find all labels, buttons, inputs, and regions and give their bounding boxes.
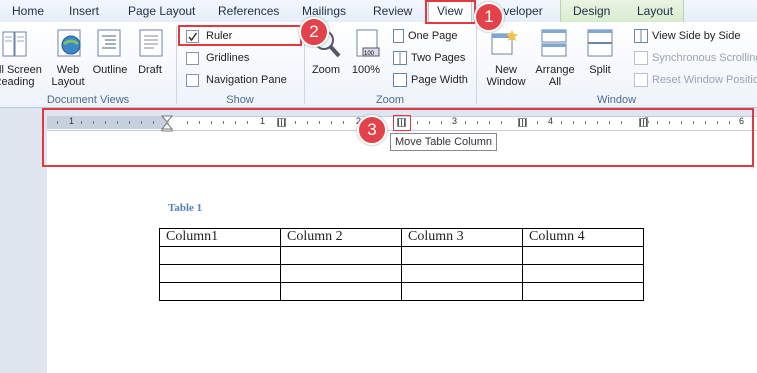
- view-side-by-side-label: View Side by Side: [652, 29, 741, 42]
- split-icon: [587, 29, 613, 57]
- table-header-row: Column1 Column 2 Column 3 Column 4: [159, 228, 644, 247]
- draft-icon: [139, 29, 163, 57]
- table-cell[interactable]: [522, 264, 644, 283]
- navigation-pane-checkbox[interactable]: Navigation Pane: [186, 74, 296, 88]
- navigation-pane-checkbox-box: [186, 74, 199, 87]
- gridlines-checkbox-box: [186, 52, 199, 65]
- table-cell[interactable]: [159, 282, 281, 301]
- zoom-group-label: Zoom: [375, 94, 405, 106]
- table-row: [159, 264, 644, 283]
- new-window-icon: [491, 30, 518, 55]
- web-layout-icon: [57, 29, 81, 57]
- web-layout-label: Web Layout: [51, 64, 85, 88]
- gridlines-checkbox[interactable]: Gridlines: [186, 52, 296, 66]
- page-width-icon: [393, 73, 407, 87]
- window-group-label: Window: [596, 94, 637, 106]
- document-table[interactable]: Column1 Column 2 Column 3 Column 4: [159, 228, 644, 301]
- document-left-margin: [0, 108, 47, 373]
- column-marker-highlight-box: [393, 115, 411, 131]
- two-pages-button[interactable]: Two Pages: [393, 51, 465, 65]
- page-width-label: Page Width: [411, 73, 468, 86]
- tab-insert[interactable]: Insert: [69, 4, 99, 18]
- table-cell[interactable]: [159, 246, 281, 265]
- table-cell[interactable]: [280, 282, 402, 301]
- table-cell[interactable]: [159, 264, 281, 283]
- tab-page-layout[interactable]: Page Layout: [128, 4, 195, 18]
- reset-window-position-button[interactable]: Reset Window Position: [634, 73, 757, 87]
- synchronous-scrolling-icon: [634, 51, 648, 65]
- table-row: [159, 246, 644, 265]
- outline-label: Outline: [92, 64, 128, 76]
- draft-label: Draft: [138, 64, 162, 76]
- view-tab-highlight-box: [425, 0, 476, 24]
- gridlines-label: Gridlines: [206, 52, 250, 64]
- annotation-badge-3: 3: [357, 115, 387, 145]
- document-views-group-label: Document Views: [46, 94, 130, 106]
- table-caption: Table 1: [168, 202, 203, 214]
- annotation-badge-1: 1: [474, 2, 504, 32]
- synchronous-scrolling-label: Synchronous Scrolling: [652, 51, 757, 64]
- table-cell[interactable]: Column 3: [401, 228, 523, 247]
- table-cell[interactable]: [401, 246, 523, 265]
- tab-review[interactable]: Review: [373, 4, 412, 18]
- tab-layout[interactable]: Layout: [637, 4, 673, 18]
- one-page-label: One Page: [408, 29, 458, 42]
- annotation-badge-2: 2: [299, 17, 329, 47]
- table-cell[interactable]: Column1: [159, 228, 281, 247]
- table-cell[interactable]: [280, 264, 402, 283]
- table-cell[interactable]: [522, 246, 644, 265]
- svg-text:100: 100: [364, 51, 375, 57]
- synchronous-scrolling-button[interactable]: Synchronous Scrolling: [634, 51, 757, 65]
- group-separator: [476, 26, 477, 104]
- tab-mailings[interactable]: Mailings: [302, 4, 346, 18]
- ribbon-tab-bar: Home Insert Page Layout References Maili…: [0, 0, 757, 25]
- view-side-by-side-button[interactable]: View Side by Side: [634, 29, 740, 43]
- zoom-label: Zoom: [311, 64, 341, 76]
- table-cell[interactable]: [522, 282, 644, 301]
- new-window-label: New Window: [486, 64, 526, 88]
- reset-window-position-icon: [634, 73, 648, 87]
- tab-references[interactable]: References: [218, 4, 279, 18]
- side-by-side-icon: [634, 29, 648, 43]
- table-cell[interactable]: [401, 282, 523, 301]
- show-group-label: Show: [226, 94, 254, 106]
- arrange-all-icon: [541, 29, 567, 57]
- page-100-icon: 100: [356, 29, 380, 57]
- table-row: [159, 282, 644, 301]
- table-cell[interactable]: [280, 246, 402, 265]
- table-cell[interactable]: Column 2: [280, 228, 402, 247]
- table-cell[interactable]: [401, 264, 523, 283]
- tab-design[interactable]: Design: [573, 4, 610, 18]
- navigation-pane-label: Navigation Pane: [206, 74, 287, 86]
- group-separator: [176, 26, 177, 104]
- one-page-icon: [393, 29, 404, 43]
- full-screen-reading-icon: [2, 31, 27, 57]
- full-screen-reading-label: Full ScreenReading: [0, 64, 42, 88]
- zoom-100-label: 100%: [351, 64, 381, 76]
- one-page-button[interactable]: One Page: [393, 29, 458, 43]
- outline-icon: [97, 29, 121, 57]
- table-cell[interactable]: Column 4: [522, 228, 644, 247]
- two-pages-label: Two Pages: [411, 51, 466, 64]
- two-pages-icon: [393, 51, 407, 65]
- arrange-all-label: Arrange All: [535, 64, 575, 88]
- tab-home[interactable]: Home: [12, 4, 44, 18]
- page-width-button[interactable]: Page Width: [393, 73, 468, 87]
- ruler-checkbox-highlight-box: [178, 25, 302, 46]
- split-label: Split: [589, 64, 611, 76]
- ribbon-view: Full ScreenReading WebLayout Outline Dra…: [0, 22, 757, 108]
- reset-window-position-label: Reset Window Position: [652, 73, 757, 86]
